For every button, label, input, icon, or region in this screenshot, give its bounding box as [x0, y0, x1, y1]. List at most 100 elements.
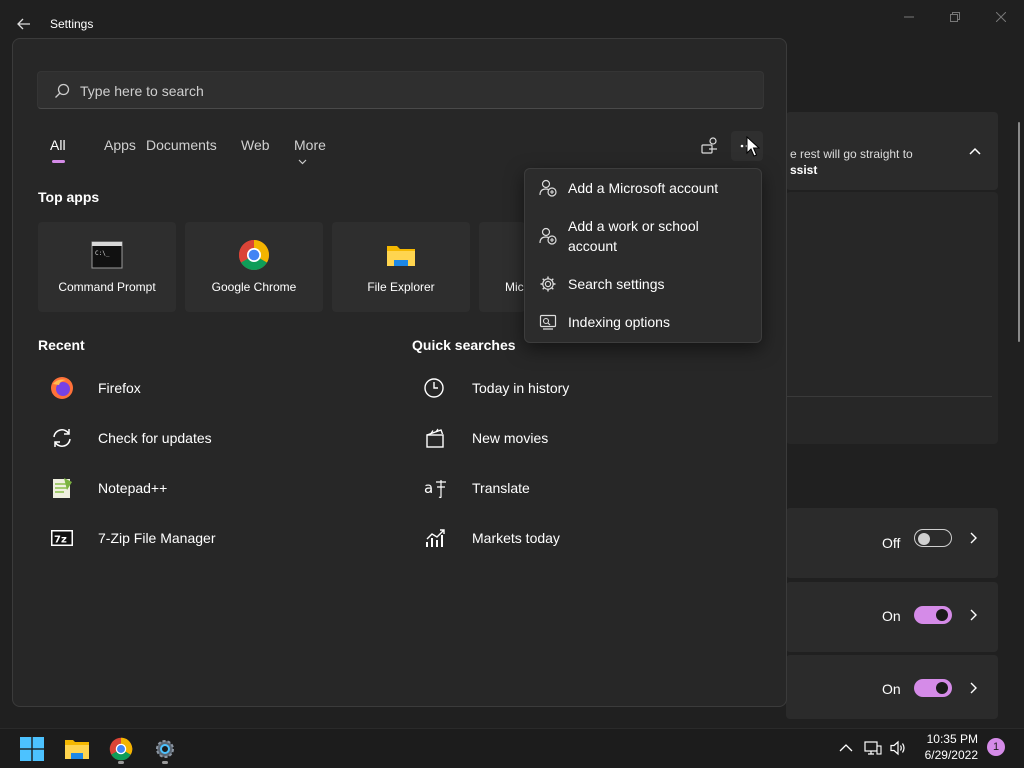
- search-flyout: All Apps Documents Web More Top apps C:\…: [12, 38, 787, 707]
- app-tile-label: Google Chrome: [211, 280, 297, 294]
- accounts-icon[interactable]: [699, 135, 721, 157]
- minimize-icon: [904, 16, 914, 18]
- snap-options-panel: [786, 192, 998, 444]
- close-icon: [996, 12, 1006, 22]
- recent-item-check-for-updates[interactable]: Check for updates: [50, 420, 380, 456]
- list-item-label: Firefox: [98, 380, 141, 396]
- setting-row-3[interactable]: On: [786, 655, 998, 719]
- menu-item-search-settings[interactable]: Search settings: [525, 265, 761, 303]
- scrollbar[interactable]: [1018, 122, 1020, 342]
- app-tile-google-chrome[interactable]: Google Chrome: [185, 222, 323, 312]
- taskbar-file-explorer[interactable]: [61, 733, 93, 765]
- menu-item-add-microsoft-account[interactable]: Add a Microsoft account: [525, 169, 761, 207]
- snap-description: e rest will go straight to ssist: [790, 146, 913, 178]
- list-item-label: Notepad++: [98, 480, 168, 496]
- tab-documents[interactable]: Documents: [146, 137, 217, 153]
- chevron-up-icon[interactable]: [966, 142, 984, 160]
- recent-heading: Recent: [38, 337, 85, 353]
- search-box[interactable]: [37, 71, 764, 110]
- running-indicator: [162, 761, 168, 764]
- app-tile-label: Command Prompt: [58, 280, 156, 294]
- list-item-label: Check for updates: [98, 430, 212, 446]
- notification-badge[interactable]: 1: [987, 738, 1005, 756]
- list-item-label: 7-Zip File Manager: [98, 530, 216, 546]
- recent-item-firefox[interactable]: Firefox: [50, 370, 380, 406]
- translate-icon: a: [424, 479, 446, 499]
- search-input[interactable]: [78, 72, 732, 110]
- app-tile-command-prompt[interactable]: C:\_ Command Prompt: [38, 222, 176, 312]
- tab-apps[interactable]: Apps: [104, 137, 136, 153]
- tab-more[interactable]: More: [294, 137, 326, 169]
- menu-item-indexing-options[interactable]: Indexing options: [525, 303, 761, 341]
- app-tile-label: File Explorer: [367, 280, 435, 294]
- settings-gear-icon: [156, 740, 174, 758]
- taskbar-chrome[interactable]: [105, 733, 137, 765]
- chevron-right-icon[interactable]: [966, 608, 980, 622]
- setting-row-2[interactable]: On: [786, 582, 998, 652]
- menu-item-label: Add a work or school account: [568, 218, 699, 254]
- notepad-plus-plus-icon: [53, 478, 72, 498]
- menu-item-label: Indexing options: [568, 314, 670, 330]
- file-explorer-icon: [65, 740, 89, 759]
- recent-item-7zip[interactable]: 7z 7-Zip File Manager: [50, 520, 380, 556]
- clock-date[interactable]: 6/29/2022: [914, 748, 978, 762]
- start-button[interactable]: [16, 733, 48, 765]
- snap-text-line2: ssist: [790, 163, 818, 177]
- network-icon[interactable]: [864, 739, 882, 757]
- volume-icon[interactable]: [889, 739, 907, 757]
- divider: [786, 396, 992, 397]
- back-arrow-icon: [17, 18, 30, 30]
- mouse-cursor-icon: [746, 136, 760, 157]
- refresh-icon: [53, 429, 71, 447]
- list-item-label: Markets today: [472, 530, 560, 546]
- taskbar-settings[interactable]: [149, 733, 181, 765]
- menu-item-label: Add a Microsoft account: [568, 180, 719, 196]
- more-options-menu: Add a Microsoft account Add a work or sc…: [524, 168, 762, 343]
- file-explorer-icon: [387, 246, 415, 266]
- quick-search-translate[interactable]: a Translate: [424, 470, 754, 506]
- menu-item-add-work-account[interactable]: Add a work or school account: [525, 207, 761, 265]
- chevron-right-icon[interactable]: [966, 681, 980, 695]
- toggle-knob: [936, 609, 948, 621]
- app-tile-partial[interactable]: Mic: [479, 222, 525, 312]
- toggle-switch-on[interactable]: [914, 606, 952, 624]
- firefox-icon: [51, 377, 73, 399]
- restore-button[interactable]: [932, 6, 978, 28]
- tab-all[interactable]: All: [50, 137, 66, 153]
- chevron-up-icon[interactable]: [837, 739, 855, 757]
- recent-item-notepad-plus-plus[interactable]: Notepad++: [50, 470, 380, 506]
- toggle-knob: [936, 682, 948, 694]
- command-prompt-icon: C:\_: [91, 241, 123, 269]
- top-apps-heading: Top apps: [38, 189, 100, 205]
- close-button[interactable]: [978, 6, 1024, 28]
- clock-time[interactable]: 10:35 PM: [920, 732, 978, 746]
- add-account-icon: [539, 179, 557, 197]
- toggle-switch-on[interactable]: [914, 679, 952, 697]
- chevron-down-icon: [298, 159, 307, 165]
- restore-icon: [950, 12, 960, 22]
- chevron-right-icon[interactable]: [966, 531, 980, 545]
- quick-search-markets-today[interactable]: Markets today: [424, 520, 754, 556]
- toggle-switch-off[interactable]: [914, 529, 952, 547]
- windows-logo-icon: [20, 737, 44, 761]
- toggle-state-label: On: [882, 608, 901, 624]
- quick-search-today-in-history[interactable]: Today in history: [424, 370, 754, 406]
- tab-more-label: More: [294, 137, 326, 153]
- tab-web[interactable]: Web: [241, 137, 270, 153]
- 7zip-icon: 7z: [51, 530, 73, 546]
- chart-icon: [426, 529, 445, 547]
- back-button[interactable]: [12, 12, 36, 36]
- setting-row-1[interactable]: Off: [786, 508, 998, 578]
- list-item-label: New movies: [472, 430, 549, 446]
- search-icon: [55, 83, 70, 98]
- quick-search-new-movies[interactable]: New movies: [424, 420, 754, 456]
- running-indicator: [118, 761, 124, 764]
- toggle-state-label: Off: [882, 535, 901, 551]
- app-tile-file-explorer[interactable]: File Explorer: [332, 222, 470, 312]
- svg-text:a: a: [424, 479, 433, 497]
- snap-text-line1: e rest will go straight to: [790, 147, 913, 161]
- menu-item-label: Search settings: [568, 276, 665, 292]
- minimize-button[interactable]: [886, 6, 932, 28]
- list-item-label: Today in history: [472, 380, 570, 396]
- toggle-state-label: On: [882, 681, 901, 697]
